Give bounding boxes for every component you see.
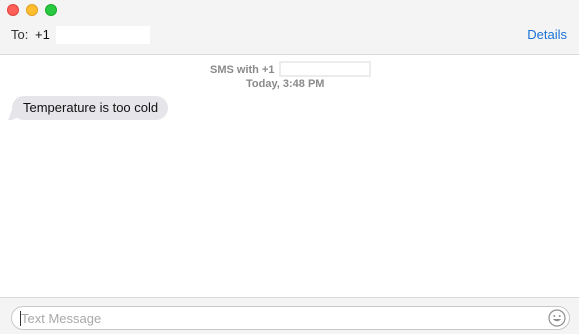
minimize-window-button[interactable] [26, 4, 38, 16]
redacted-service-number [279, 61, 371, 77]
message-text: Temperature is too cold [23, 100, 159, 115]
close-window-button[interactable] [7, 4, 19, 16]
zoom-window-button[interactable] [45, 4, 57, 16]
smiley-face-icon[interactable] [548, 309, 566, 327]
conversation-timestamp: Today, 3:48 PM [246, 78, 325, 90]
recipient-field[interactable]: +1 [35, 27, 50, 42]
message-row: Temperature is too cold [8, 96, 169, 120]
incoming-message-bubble[interactable]: Temperature is too cold [8, 96, 169, 120]
title-bar: To: +1 Details [0, 0, 579, 55]
redacted-recipient-number [56, 26, 150, 44]
compose-field[interactable] [11, 306, 570, 330]
conversation-view[interactable]: SMS with +1 Today, 3:48 PM Temperature i… [0, 55, 579, 297]
text-cursor [20, 311, 21, 326]
bubble-tail [8, 110, 22, 120]
details-button[interactable]: Details [527, 27, 567, 42]
to-label: To: [11, 27, 29, 42]
messages-window: To: +1 Details SMS with +1 Today, 3:48 P… [0, 0, 579, 334]
compose-bar [0, 297, 579, 334]
message-input[interactable] [21, 310, 541, 326]
service-label: SMS with +1 [210, 64, 275, 76]
